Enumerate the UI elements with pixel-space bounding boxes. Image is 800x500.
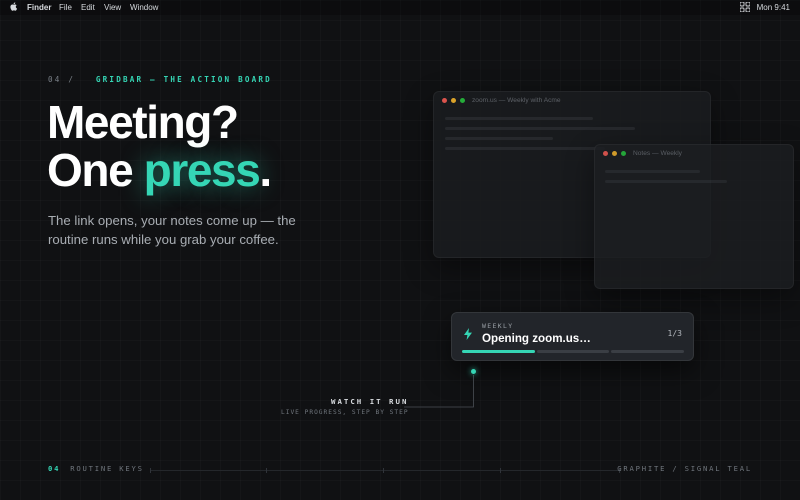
callout-anchor-dot — [471, 369, 476, 374]
headline: Meeting? One press. — [47, 96, 272, 196]
headline-line-2-start: One — [47, 144, 144, 196]
minimize-dot-icon — [451, 98, 456, 103]
section-title: GRIDBAR — THE ACTION BOARD — [95, 75, 272, 84]
menu-edit[interactable]: Edit — [81, 3, 95, 12]
menu-bar: Finder File Edit View Window Mon 9:41 — [0, 0, 800, 15]
lightning-bolt-icon — [464, 328, 472, 340]
menu-file[interactable]: File — [59, 3, 72, 12]
menu-finder[interactable]: Finder — [27, 3, 51, 12]
placeholder-line — [605, 180, 727, 183]
footer-rule — [150, 468, 620, 473]
zoom-dot-icon — [460, 98, 465, 103]
headline-end: . — [259, 144, 272, 196]
toast-message: Opening zoom.us… — [482, 332, 591, 345]
rule-tick — [266, 468, 267, 473]
toast-tag: WEEKLY — [482, 322, 514, 330]
section-index: 04 / — [48, 75, 76, 84]
zoom-window-title: zoom.us — Weekly with Acme — [472, 97, 561, 104]
rule-tick — [150, 468, 151, 473]
toast-step-count: 1/3 — [667, 329, 682, 338]
step-progress-bars — [462, 350, 685, 353]
step-progress-bar — [462, 350, 535, 353]
section-kicker: 04 / GRIDBAR — THE ACTION BOARD — [48, 75, 272, 84]
close-dot-icon — [603, 151, 608, 156]
rule-tick — [500, 468, 501, 473]
menu-window[interactable]: Window — [130, 3, 158, 12]
grid-control-icon[interactable] — [740, 2, 750, 12]
step-progress-bar — [536, 350, 610, 353]
footer-left: 04 ROUTINE KEYS — [48, 464, 144, 473]
minimize-dot-icon — [612, 151, 617, 156]
notes-window-title: Notes — Weekly — [633, 150, 682, 157]
window-controls — [442, 98, 465, 103]
callout-title: WATCH IT RUN — [331, 397, 409, 406]
placeholder-line — [445, 117, 593, 120]
menu-view[interactable]: View — [104, 3, 121, 12]
footer-right-label: GRAPHITE / SIGNAL TEAL — [617, 464, 752, 473]
step-progress-bar — [611, 350, 685, 353]
apple-icon[interactable] — [10, 2, 17, 11]
window-controls — [603, 151, 626, 156]
menubar-clock[interactable]: Mon 9:41 — [757, 3, 790, 12]
routine-progress-toast[interactable]: WEEKLY Opening zoom.us… 1/3 — [451, 312, 694, 361]
footer-index: 04 — [48, 464, 61, 473]
headline-accent: press — [143, 144, 261, 196]
zoom-dot-icon — [621, 151, 626, 156]
placeholder-line — [445, 137, 553, 140]
notes-window: Notes — Weekly — [594, 144, 794, 289]
rule-tick — [383, 468, 384, 473]
close-dot-icon — [442, 98, 447, 103]
placeholder-line — [605, 170, 700, 173]
headline-line-1: Meeting? — [47, 96, 239, 148]
placeholder-line — [445, 127, 635, 130]
hero-subtitle: The link opens, your notes come up — the… — [48, 213, 296, 247]
step-progress-fill — [462, 350, 535, 353]
placeholder-line — [445, 147, 605, 150]
headline-line-2: One press. — [47, 144, 272, 196]
callout-subtitle: LIVE PROGRESS, STEP BY STEP — [281, 409, 409, 416]
footer-left-label: ROUTINE KEYS — [70, 464, 144, 473]
